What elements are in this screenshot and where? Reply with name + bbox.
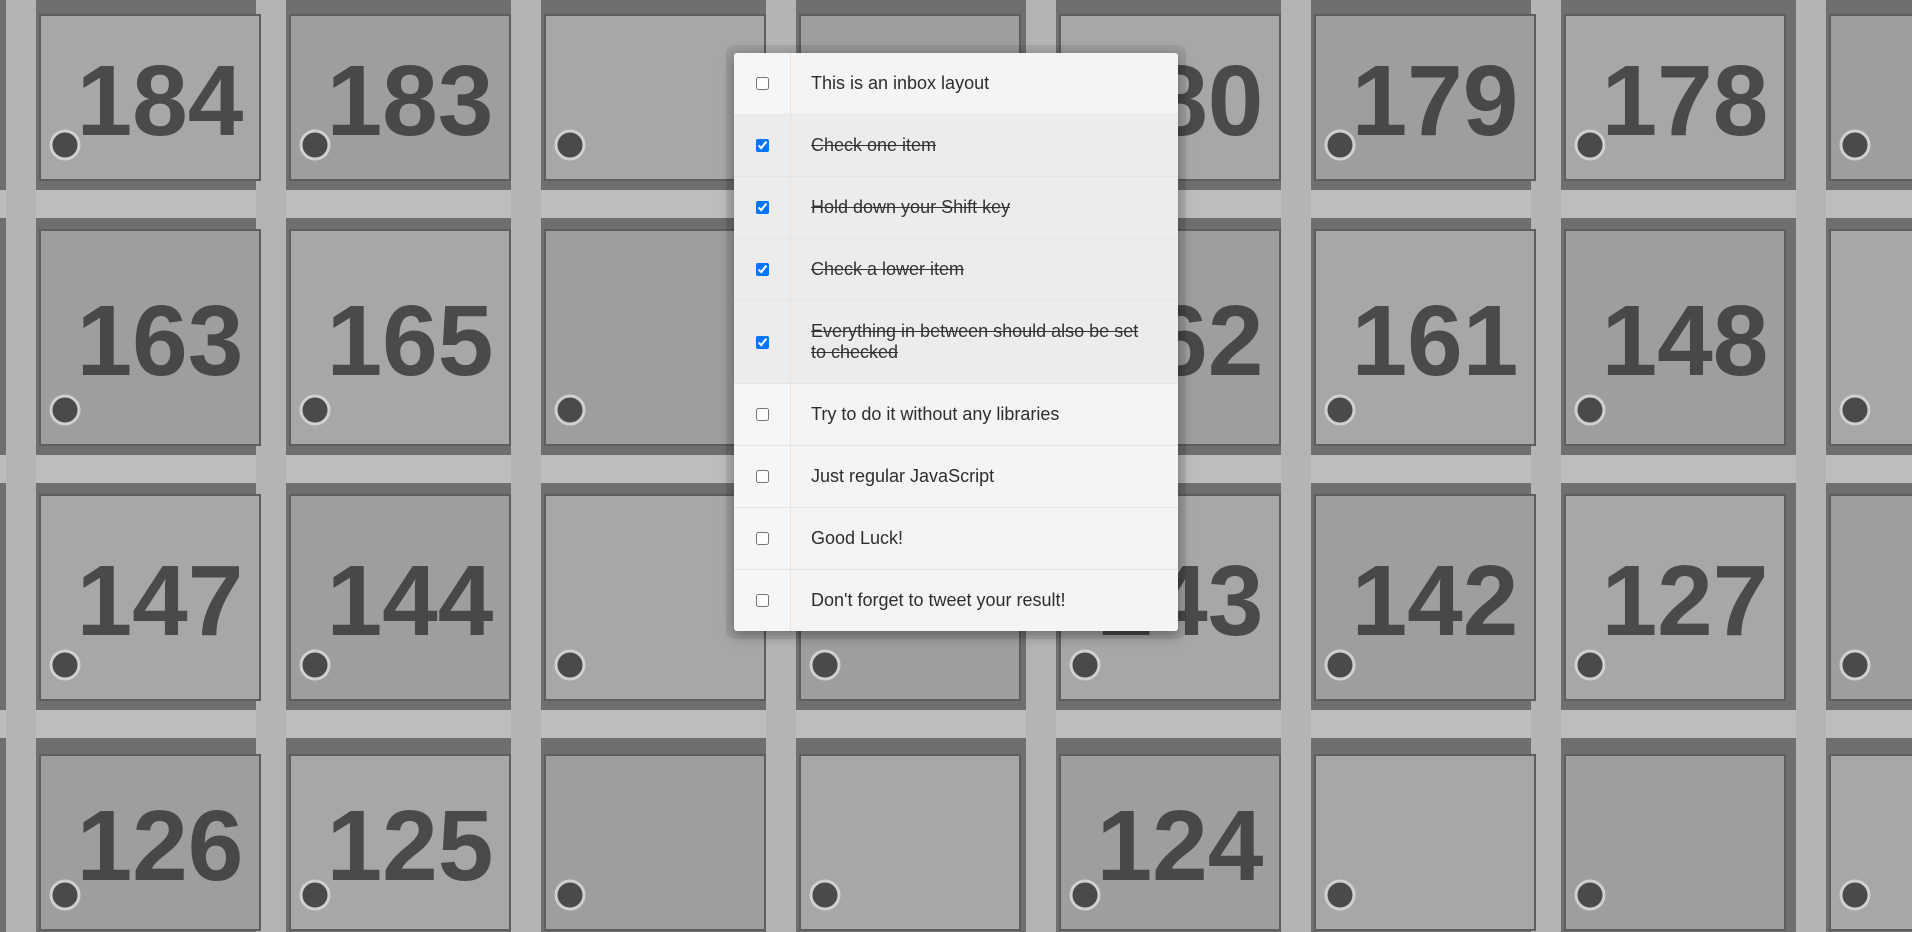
lock-icon	[299, 879, 331, 911]
mailbox-number: 165	[327, 285, 494, 397]
lock-icon	[554, 394, 586, 426]
inbox-item-2[interactable]: Hold down your Shift key	[734, 177, 1178, 239]
item-checkbox[interactable]	[755, 532, 769, 545]
mailbox-number: 184	[77, 45, 244, 157]
item-label: Hold down your Shift key	[791, 177, 1178, 238]
inbox-panel: This is an inbox layout Check one item H…	[734, 53, 1178, 631]
mailbox-number: 161	[1352, 285, 1519, 397]
checkbox-cell	[734, 53, 791, 114]
checkbox-cell	[734, 301, 791, 383]
frame-post	[1796, 0, 1826, 932]
lock-icon	[1069, 879, 1101, 911]
inbox-item-0[interactable]: This is an inbox layout	[734, 53, 1178, 115]
mailbox-number: 144	[327, 545, 494, 657]
lock-icon	[1574, 649, 1606, 681]
item-checkbox[interactable]	[755, 201, 769, 214]
lock-icon	[1839, 394, 1871, 426]
lock-icon	[49, 129, 81, 161]
mailbox-number: 183	[327, 45, 494, 157]
mailbox-number: 127	[1602, 545, 1769, 657]
item-label: Just regular JavaScript	[791, 446, 1178, 507]
lock-icon	[1574, 129, 1606, 161]
item-label: Check one item	[791, 115, 1178, 176]
item-checkbox[interactable]	[755, 470, 769, 483]
item-checkbox[interactable]	[755, 77, 769, 90]
lock-icon	[49, 649, 81, 681]
item-checkbox[interactable]	[755, 408, 769, 421]
checkbox-cell	[734, 446, 791, 507]
lock-icon	[1324, 879, 1356, 911]
item-checkbox[interactable]	[755, 263, 769, 276]
item-label: Try to do it without any libraries	[791, 384, 1178, 445]
item-checkbox[interactable]	[755, 335, 769, 349]
checkbox-cell	[734, 508, 791, 569]
inbox-list: This is an inbox layout Check one item H…	[734, 53, 1178, 631]
checkbox-cell	[734, 177, 791, 238]
frame-post	[511, 0, 541, 932]
mailbox-number: 142	[1352, 545, 1519, 657]
lock-icon	[49, 879, 81, 911]
item-checkbox[interactable]	[755, 139, 769, 152]
inbox-item-5[interactable]: Try to do it without any libraries	[734, 384, 1178, 446]
frame-post	[6, 0, 36, 932]
lock-icon	[1574, 394, 1606, 426]
inbox-item-6[interactable]: Just regular JavaScript	[734, 446, 1178, 508]
lock-icon	[1839, 649, 1871, 681]
lock-icon	[299, 129, 331, 161]
item-label: Everything in between should also be set…	[791, 301, 1178, 383]
shelf-bar	[0, 710, 1912, 738]
mailbox-number: 126	[77, 790, 244, 902]
inbox-item-8[interactable]: Don't forget to tweet your result!	[734, 570, 1178, 631]
lock-icon	[299, 649, 331, 681]
lock-icon	[1324, 129, 1356, 161]
mailbox-number: 125	[327, 790, 494, 902]
lock-icon	[554, 129, 586, 161]
lock-icon	[1839, 129, 1871, 161]
item-checkbox[interactable]	[755, 594, 769, 607]
mailbox-number: 178	[1602, 45, 1769, 157]
mailbox-number: 124	[1097, 790, 1264, 902]
mailbox-door	[1829, 14, 1912, 181]
item-label: This is an inbox layout	[791, 53, 1178, 114]
lock-icon	[809, 649, 841, 681]
checkbox-cell	[734, 570, 791, 631]
lock-icon	[554, 879, 586, 911]
lock-icon	[1574, 879, 1606, 911]
frame-post	[1281, 0, 1311, 932]
inbox-item-3[interactable]: Check a lower item	[734, 239, 1178, 301]
mailbox-number: 147	[77, 545, 244, 657]
inbox-item-1[interactable]: Check one item	[734, 115, 1178, 177]
checkbox-cell	[734, 239, 791, 300]
item-label: Check a lower item	[791, 239, 1178, 300]
inbox-item-4[interactable]: Everything in between should also be set…	[734, 301, 1178, 384]
checkbox-cell	[734, 115, 791, 176]
lock-icon	[554, 649, 586, 681]
mailbox-number: 179	[1352, 45, 1519, 157]
lock-icon	[1839, 879, 1871, 911]
item-label: Don't forget to tweet your result!	[791, 570, 1178, 631]
mailbox-number: 148	[1602, 285, 1769, 397]
item-label: Good Luck!	[791, 508, 1178, 569]
mailbox-number: 163	[77, 285, 244, 397]
lock-icon	[809, 879, 841, 911]
inbox-item-7[interactable]: Good Luck!	[734, 508, 1178, 570]
lock-icon	[299, 394, 331, 426]
lock-icon	[1324, 649, 1356, 681]
lock-icon	[1069, 649, 1101, 681]
checkbox-cell	[734, 384, 791, 445]
lock-icon	[1324, 394, 1356, 426]
lock-icon	[49, 394, 81, 426]
